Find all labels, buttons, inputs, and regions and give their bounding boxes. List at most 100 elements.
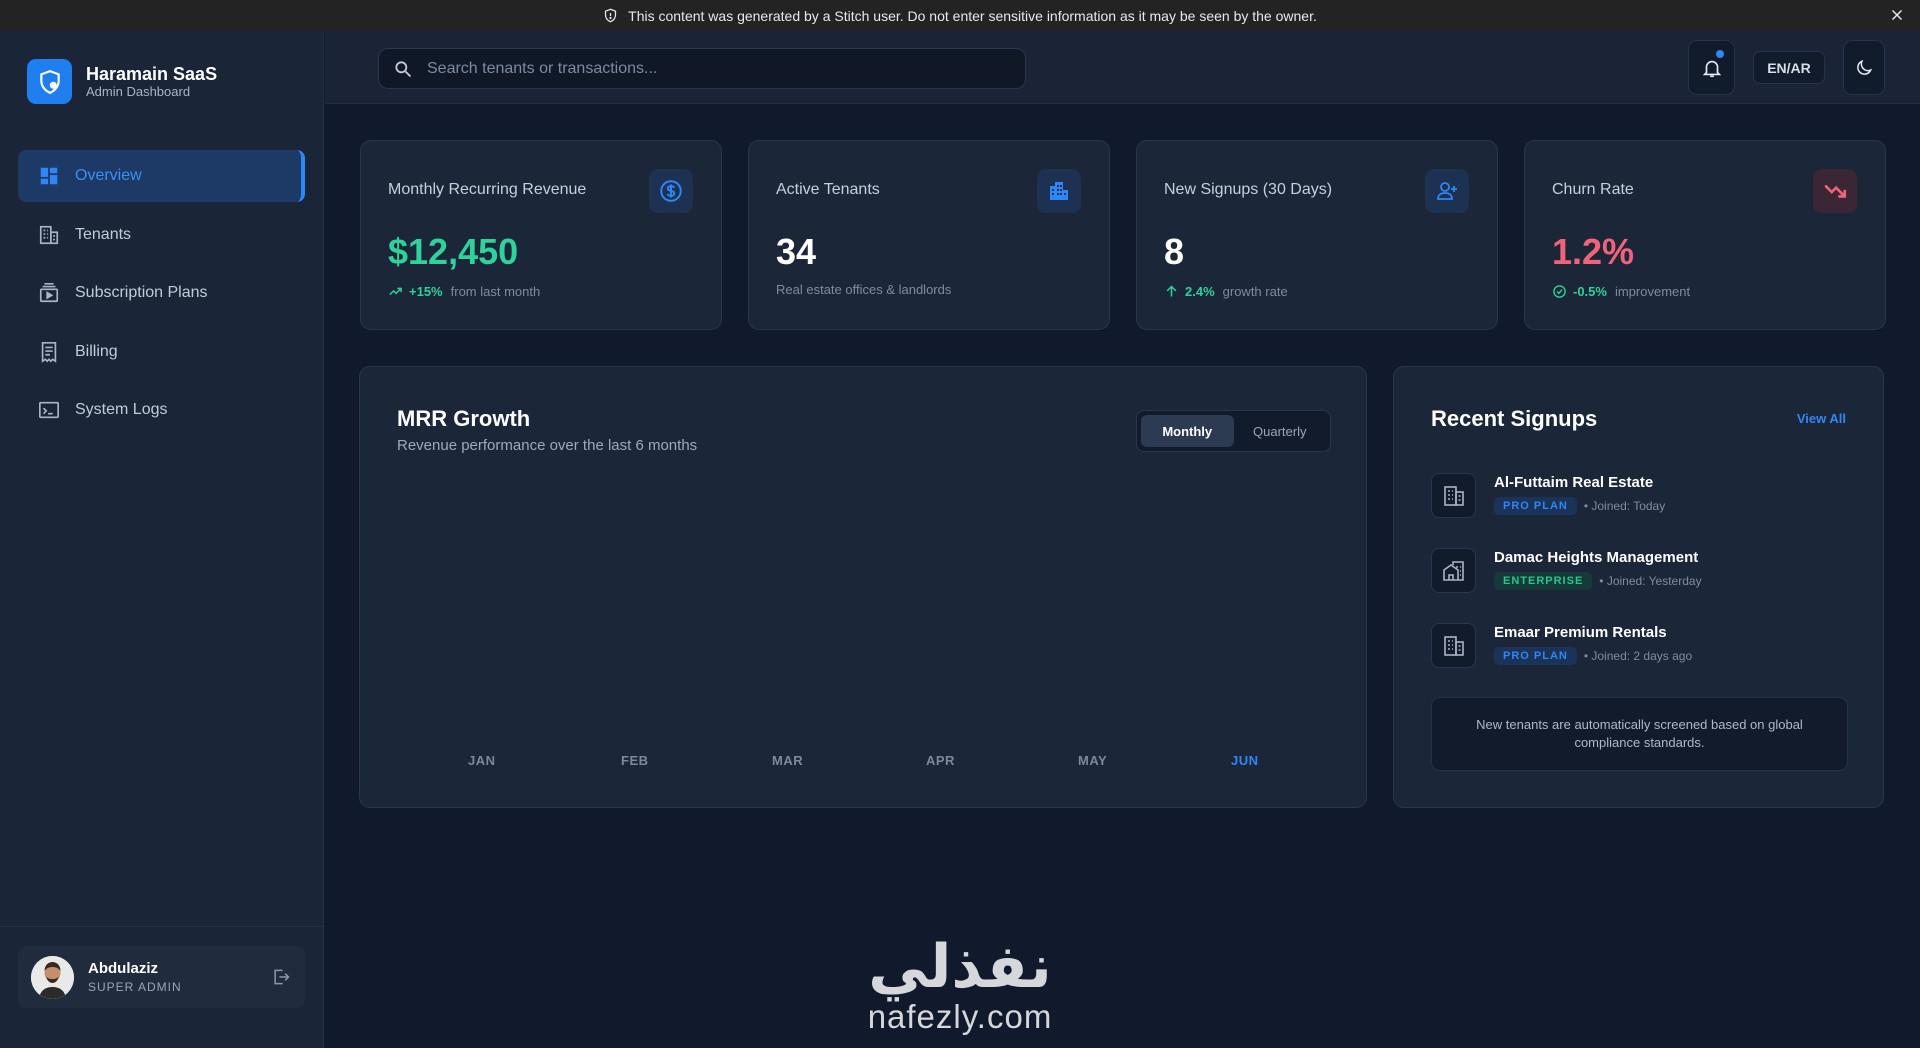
arrow-up-icon bbox=[1166, 285, 1177, 297]
list-item[interactable]: Damac Heights Management ENTERPRISE • Jo… bbox=[1431, 546, 1851, 596]
sidebar-item-overview[interactable]: Overview bbox=[18, 150, 305, 202]
watermark-arabic: نفذلي bbox=[868, 932, 1052, 1002]
sidebar-nav: Overview Tenants Subscription Plans Bill… bbox=[18, 150, 305, 443]
user-role: SUPER ADMIN bbox=[88, 980, 182, 994]
tenant-name: Damac Heights Management bbox=[1494, 549, 1699, 566]
notification-dot bbox=[1716, 50, 1724, 58]
terminal-icon bbox=[37, 398, 61, 422]
stat-value: 8 bbox=[1164, 231, 1185, 272]
stat-note: from last month bbox=[450, 284, 541, 299]
sidebar-divider bbox=[0, 926, 324, 927]
building-icon bbox=[1431, 623, 1476, 668]
period-toggle: Monthly Quarterly bbox=[1136, 410, 1331, 452]
close-icon[interactable] bbox=[1888, 6, 1906, 24]
banner-text: This content was generated by a Stitch u… bbox=[628, 7, 1317, 24]
trending-up-icon bbox=[389, 287, 402, 296]
stat-note: improvement bbox=[1614, 284, 1691, 299]
list-item[interactable]: Emaar Premium Rentals PRO PLAN • Joined:… bbox=[1431, 621, 1851, 671]
stat-delta: -0.5% bbox=[1573, 284, 1607, 299]
joined-text: • Joined: Today bbox=[1583, 499, 1666, 513]
building-icon bbox=[37, 223, 61, 247]
stat-card-new-signups: New Signups (30 Days) 8 2.4% growth rate bbox=[1136, 140, 1498, 330]
sidebar-item-tenants[interactable]: Tenants bbox=[18, 209, 305, 261]
search-icon bbox=[395, 60, 412, 77]
stat-note: Real estate offices & landlords bbox=[776, 282, 952, 297]
apartment-icon bbox=[1037, 169, 1081, 213]
search-input[interactable] bbox=[427, 59, 987, 78]
stat-note: growth rate bbox=[1222, 284, 1288, 299]
brand-title: Haramain SaaS bbox=[86, 63, 218, 84]
stat-value: 34 bbox=[776, 231, 817, 272]
stat-delta: 2.4% bbox=[1185, 284, 1215, 299]
logout-icon[interactable] bbox=[271, 967, 291, 987]
dollar-icon bbox=[649, 169, 693, 213]
chart-subtitle: Revenue performance over the last 6 mont… bbox=[397, 437, 698, 454]
view-all-link[interactable]: View All bbox=[1797, 411, 1846, 426]
toggle-monthly[interactable]: Monthly bbox=[1141, 415, 1234, 447]
brand[interactable]: Haramain SaaS Admin Dashboard bbox=[27, 59, 217, 104]
dashboard-icon bbox=[37, 164, 61, 188]
x-tick-label: MAR bbox=[772, 753, 804, 768]
stat-card-churn-rate: Churn Rate 1.2% -0.5% improvement bbox=[1524, 140, 1886, 330]
x-tick-label: MAY bbox=[1078, 753, 1108, 768]
x-tick-label: FEB bbox=[621, 753, 649, 768]
compliance-note: New tenants are automatically screened b… bbox=[1431, 697, 1848, 771]
search-bar[interactable] bbox=[378, 48, 1026, 89]
chart-title: MRR Growth bbox=[397, 406, 531, 431]
stat-card-mrr: Monthly Recurring Revenue $12,450 +15% f… bbox=[360, 140, 722, 330]
stat-label: Monthly Recurring Revenue bbox=[388, 181, 587, 198]
stat-label: Churn Rate bbox=[1552, 181, 1634, 198]
x-tick-label: JUN bbox=[1231, 753, 1259, 768]
sidebar-item-subscription-plans[interactable]: Subscription Plans bbox=[18, 267, 305, 319]
building-icon bbox=[1431, 473, 1476, 518]
user-card[interactable]: Abdulaziz SUPER ADMIN bbox=[18, 946, 305, 1008]
check-circle-icon bbox=[1553, 285, 1566, 298]
sidebar-item-system-logs[interactable]: System Logs bbox=[18, 384, 305, 436]
stitch-banner: This content was generated by a Stitch u… bbox=[0, 0, 1920, 31]
notifications-button[interactable] bbox=[1688, 40, 1735, 95]
joined-text: • Joined: Yesterday bbox=[1599, 574, 1702, 588]
trending-down-icon bbox=[1813, 169, 1857, 213]
watermark-latin: nafezly.com bbox=[867, 998, 1053, 1035]
language-toggle-button[interactable]: EN/AR bbox=[1753, 51, 1825, 84]
stat-card-active-tenants: Active Tenants 34 Real estate offices & … bbox=[748, 140, 1110, 330]
avatar bbox=[31, 955, 74, 999]
tenant-name: Emaar Premium Rentals bbox=[1494, 624, 1667, 641]
joined-text: • Joined: 2 days ago bbox=[1583, 649, 1693, 663]
tenant-name: Al-Futtaim Real Estate bbox=[1494, 474, 1654, 491]
sidebar-item-label: Subscription Plans bbox=[75, 284, 208, 301]
list-item[interactable]: Al-Futtaim Real Estate PRO PLAN • Joined… bbox=[1431, 471, 1851, 521]
x-tick-label: APR bbox=[926, 753, 955, 768]
theme-toggle-button[interactable] bbox=[1843, 40, 1885, 95]
stat-label: Active Tenants bbox=[776, 181, 880, 198]
x-tick-label: JAN bbox=[468, 753, 496, 768]
receipt-icon bbox=[37, 340, 61, 364]
top-header: EN/AR bbox=[325, 31, 1920, 104]
plan-badge: PRO PLAN bbox=[1494, 647, 1577, 665]
home-work-icon bbox=[1431, 548, 1476, 593]
stat-value: 1.2% bbox=[1552, 231, 1635, 272]
signups-title: Recent Signups bbox=[1431, 406, 1598, 431]
watermark: نفذلي nafezly.com bbox=[850, 935, 1070, 1035]
plan-badge: ENTERPRISE bbox=[1494, 572, 1593, 590]
brand-logo-icon bbox=[27, 59, 72, 104]
stat-delta: +15% bbox=[409, 284, 443, 299]
toggle-quarterly[interactable]: Quarterly bbox=[1234, 415, 1327, 447]
stat-value: $12,450 bbox=[388, 231, 519, 272]
stat-label: New Signups (30 Days) bbox=[1164, 181, 1333, 198]
brand-subtitle: Admin Dashboard bbox=[86, 83, 191, 99]
shield-icon bbox=[605, 8, 617, 23]
subscriptions-icon bbox=[37, 281, 61, 305]
sidebar-item-billing[interactable]: Billing bbox=[18, 326, 305, 378]
plan-badge: PRO PLAN bbox=[1494, 497, 1577, 515]
user-name: Abdulaziz bbox=[88, 960, 158, 977]
sidebar-item-label: Overview bbox=[75, 167, 142, 184]
sidebar-item-label: Tenants bbox=[75, 225, 132, 243]
recent-signups-panel: Recent Signups View All Al-Futtaim Real … bbox=[1393, 366, 1884, 808]
sidebar: Haramain SaaS Admin Dashboard Overview T… bbox=[0, 31, 324, 1048]
chart-x-axis: JAN FEB MAR APR MAY JUN bbox=[360, 753, 1368, 769]
moon-icon bbox=[1857, 59, 1873, 75]
sidebar-item-label: Billing bbox=[75, 342, 118, 360]
bell-icon bbox=[1702, 60, 1721, 77]
sidebar-item-label: System Logs bbox=[75, 401, 168, 418]
